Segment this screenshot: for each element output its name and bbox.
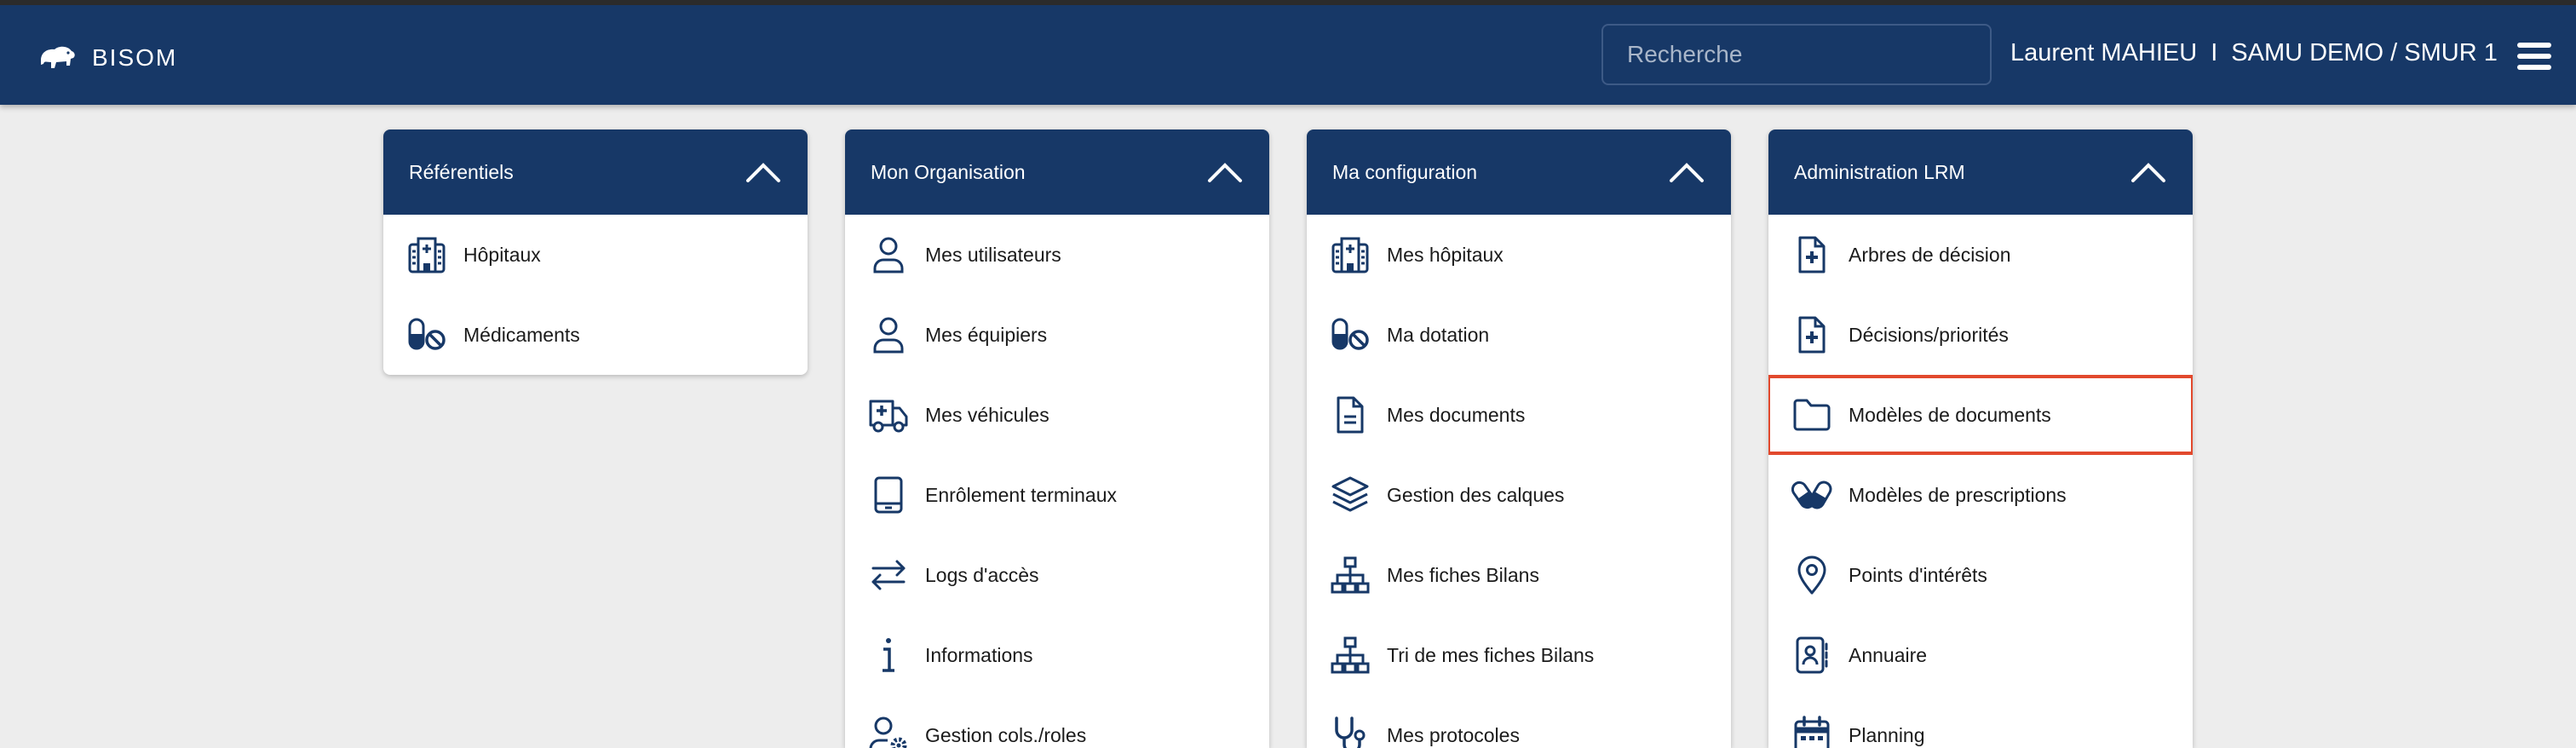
panel-header[interactable]: Ma configuration	[1307, 129, 1731, 215]
ambulance-icon	[865, 394, 911, 435]
pill-ban-icon	[1327, 314, 1373, 355]
menu-item-gestion-cols-roles[interactable]: Gestion cols./roles	[845, 695, 1269, 748]
menu-item-mes-documents[interactable]: Mes documents	[1307, 375, 1731, 455]
user-separator: I	[2211, 39, 2218, 66]
menu-item-label: Points d'intérêts	[1849, 563, 1987, 586]
user-gear-icon	[865, 715, 911, 748]
panel-title: Référentiels	[409, 160, 514, 183]
menu-item-points-d-interets[interactable]: Points d'intérêts	[1768, 535, 2193, 615]
menu-item-mes-utilisateurs[interactable]: Mes utilisateurs	[845, 215, 1269, 295]
menu-item-label: Médicaments	[463, 323, 580, 346]
menu-item-label: Mes protocoles	[1387, 723, 1520, 746]
menu-item-label: Gestion cols./roles	[925, 723, 1087, 746]
menu-item-mes-vehicules[interactable]: Mes véhicules	[845, 375, 1269, 455]
menu-item-mes-fiches-bilans[interactable]: Mes fiches Bilans	[1307, 535, 1731, 615]
calendar-icon	[1789, 715, 1835, 748]
menu-item-label: Décisions/priorités	[1849, 323, 2009, 346]
exchange-arrows-icon	[865, 555, 911, 596]
menu-item-ma-dotation[interactable]: Ma dotation	[1307, 295, 1731, 375]
panel-referentiels: Référentiels Hôpitaux Médicaments	[383, 129, 808, 375]
menu-item-gestion-des-calques[interactable]: Gestion des calques	[1307, 455, 1731, 535]
panel-ma-configuration: Ma configuration Mes hôpitaux Ma dotatio…	[1307, 129, 1731, 748]
menu-item-mes-hopitaux[interactable]: Mes hôpitaux	[1307, 215, 1731, 295]
menu-item-enrolement-terminaux[interactable]: Enrôlement terminaux	[845, 455, 1269, 535]
menu-item-label: Enrôlement terminaux	[925, 483, 1117, 506]
menu-item-decisions-priorites[interactable]: Décisions/priorités	[1768, 295, 2193, 375]
organization-name: SAMU DEMO / SMUR 1	[2231, 39, 2498, 66]
tablet-icon	[865, 475, 911, 515]
menu-item-informations[interactable]: Informations	[845, 615, 1269, 695]
menu-item-label: Arbres de décision	[1849, 243, 2011, 266]
menu-item-hopitaux[interactable]: Hôpitaux	[383, 215, 808, 295]
menu-item-label: Modèles de prescriptions	[1849, 483, 2067, 506]
menu-item-mes-equipiers[interactable]: Mes équipiers	[845, 295, 1269, 375]
user-icon	[865, 234, 911, 275]
user-icon	[865, 314, 911, 355]
panel-header[interactable]: Administration LRM	[1768, 129, 2193, 215]
top-navbar: BISOM Laurent MAHIEU I SAMU DEMO / SMUR 1	[0, 0, 2576, 105]
panel-title: Mon Organisation	[871, 160, 1026, 183]
menu-item-label: Mes hôpitaux	[1387, 243, 1504, 266]
layers-icon	[1327, 475, 1373, 515]
panel-header[interactable]: Mon Organisation	[845, 129, 1269, 215]
menu-item-label: Mes fiches Bilans	[1387, 563, 1539, 586]
chevron-up-icon[interactable]	[2130, 160, 2167, 184]
search-input[interactable]	[1601, 24, 1992, 85]
menu-item-label: Tri de mes fiches Bilans	[1387, 643, 1595, 666]
brand[interactable]: BISOM	[37, 37, 177, 78]
panel-mon-organisation: Mon Organisation Mes utilisateurs Mes éq…	[845, 129, 1269, 748]
map-pin-icon	[1789, 555, 1835, 596]
hospital-icon	[1327, 234, 1373, 275]
user-name: Laurent MAHIEU	[2010, 39, 2198, 66]
chevron-up-icon[interactable]	[1668, 160, 1705, 184]
menu-item-label: Ma dotation	[1387, 323, 1490, 346]
info-icon	[865, 635, 911, 676]
panel-title: Administration LRM	[1794, 160, 1965, 183]
pills-icon	[1789, 475, 1835, 515]
menu-item-annuaire[interactable]: Annuaire	[1768, 615, 2193, 695]
menu-item-label: Mes documents	[1387, 403, 1526, 426]
sitemap-icon	[1327, 635, 1373, 676]
menu-item-label: Planning	[1849, 723, 1925, 746]
chevron-up-icon[interactable]	[1206, 160, 1244, 184]
menu-item-label: Hôpitaux	[463, 243, 541, 266]
hamburger-menu-icon[interactable]	[2517, 43, 2551, 73]
document-icon	[1327, 394, 1373, 435]
menu-item-label: Logs d'accès	[925, 563, 1039, 586]
menu-item-arbres-de-decision[interactable]: Arbres de décision	[1768, 215, 2193, 295]
menu-item-label: Annuaire	[1849, 643, 1928, 666]
menu-item-label: Mes véhicules	[925, 403, 1049, 426]
stethoscope-icon	[1327, 715, 1373, 748]
app-name: BISOM	[92, 44, 178, 71]
bison-logo-icon	[41, 46, 75, 68]
menu-item-planning[interactable]: Planning	[1768, 695, 2193, 748]
sitemap-icon	[1327, 555, 1373, 596]
menu-item-label: Modèles de documents	[1849, 403, 2051, 426]
file-medical-icon	[1789, 314, 1835, 355]
chevron-up-icon[interactable]	[745, 160, 782, 184]
menu-item-label: Informations	[925, 643, 1033, 666]
menu-item-logs-acces[interactable]: Logs d'accès	[845, 535, 1269, 615]
menu-item-mes-protocoles[interactable]: Mes protocoles	[1307, 695, 1731, 748]
hospital-icon	[404, 234, 450, 275]
menu-item-label: Mes utilisateurs	[925, 243, 1061, 266]
menu-item-modeles-de-prescriptions[interactable]: Modèles de prescriptions	[1768, 455, 2193, 535]
menu-item-modeles-de-documents[interactable]: Modèles de documents	[1768, 375, 2193, 455]
menu-item-tri-fiches-bilans[interactable]: Tri de mes fiches Bilans	[1307, 615, 1731, 695]
menu-item-label: Gestion des calques	[1387, 483, 1565, 506]
menu-item-label: Mes équipiers	[925, 323, 1048, 346]
panel-header[interactable]: Référentiels	[383, 129, 808, 215]
file-medical-icon	[1789, 234, 1835, 275]
folder-icon	[1789, 394, 1835, 435]
address-book-icon	[1789, 635, 1835, 676]
panel-administration-lrm: Administration LRM Arbres de décision Dé…	[1768, 129, 2193, 748]
pill-ban-icon	[404, 314, 450, 355]
panel-title: Ma configuration	[1332, 160, 1478, 183]
menu-item-medicaments[interactable]: Médicaments	[383, 295, 808, 375]
user-info[interactable]: Laurent MAHIEU I SAMU DEMO / SMUR 1	[2010, 39, 2498, 67]
